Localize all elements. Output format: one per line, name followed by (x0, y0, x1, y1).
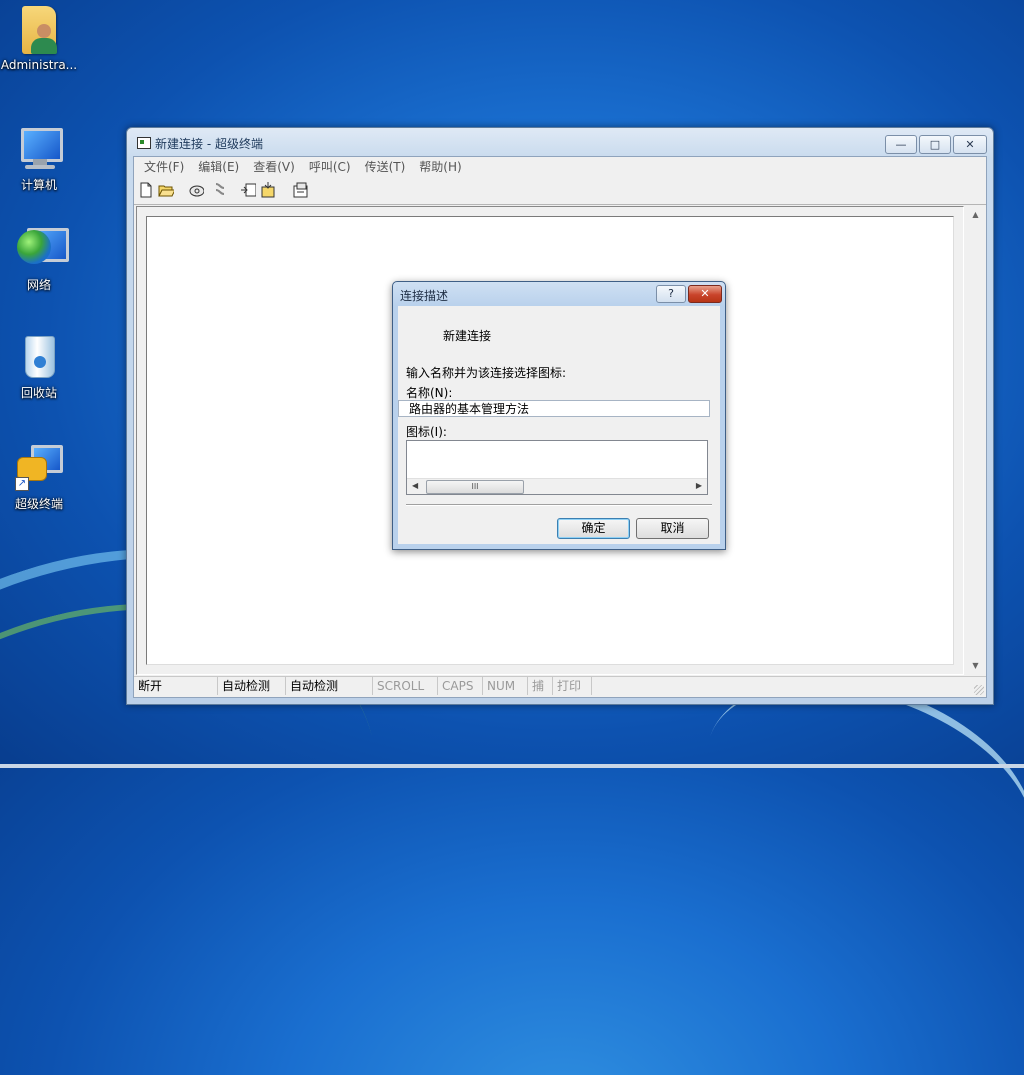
menu-call[interactable]: 呼叫(C) (302, 157, 358, 177)
desktop-icon-administrator[interactable]: Administra... (0, 6, 78, 72)
close-icon: ✕ (965, 138, 975, 151)
scroll-thumb[interactable]: III (426, 480, 524, 494)
menu-view[interactable]: 查看(V) (246, 157, 302, 177)
status-capture: 捕 (528, 677, 553, 695)
send-icon[interactable] (240, 182, 256, 198)
resize-grip[interactable] (974, 685, 984, 695)
receive-icon[interactable] (260, 182, 276, 198)
connection-name-input[interactable] (398, 400, 710, 417)
shortcut-arrow-icon: ↗ (15, 477, 29, 491)
menu-edit[interactable]: 编辑(E) (191, 157, 246, 177)
properties-icon[interactable] (292, 182, 308, 198)
status-caps: CAPS (438, 677, 483, 695)
help-icon: ? (668, 287, 674, 300)
recycle-bin-icon (15, 332, 63, 380)
app-icon (137, 137, 151, 149)
toolbar (134, 178, 986, 205)
status-scroll: SCROLL (373, 677, 438, 695)
desktop-icon-network[interactable]: 网络 (0, 224, 78, 293)
dialog-prompt: 输入名称并为该连接选择图标: (406, 366, 567, 380)
desktop-icon-hyperterminal[interactable]: ↗ 超级终端 (0, 443, 78, 512)
menu-transfer[interactable]: 传送(T) (358, 157, 413, 177)
desktop-icon-label: 网络 (26, 278, 51, 292)
desktop-icon-label: 回收站 (20, 386, 57, 400)
icon-label: 图标(I): (406, 425, 447, 439)
dialog-body: 新建连接 输入名称并为该连接选择图标: 名称(N): 图标(I): ◀ III … (398, 306, 720, 544)
desktop-icon-label: 计算机 (20, 178, 57, 192)
new-icon[interactable] (138, 182, 154, 198)
desktop-icon-computer[interactable]: 计算机 (0, 124, 78, 193)
dialog-separator (406, 504, 712, 506)
icon-list[interactable]: ◀ III ▶ (406, 440, 708, 495)
status-detect: 自动检测 (286, 677, 373, 695)
name-label: 名称(N): (406, 386, 453, 400)
scroll-left-icon[interactable]: ◀ (412, 481, 418, 490)
user-folder-icon (15, 6, 63, 54)
help-button[interactable]: ? (656, 285, 686, 303)
menu-file[interactable]: 文件(F) (137, 157, 191, 177)
vertical-scrollbar[interactable]: ▲ ▼ (967, 206, 984, 675)
disconnect-icon[interactable] (212, 182, 228, 198)
window-title: 新建连接 - 超级终端 (155, 137, 263, 151)
scroll-down-icon[interactable]: ▼ (970, 661, 981, 671)
taskbar-edge (0, 764, 1024, 768)
network-icon (15, 224, 69, 272)
hyperterminal-icon: ↗ (15, 443, 63, 491)
scroll-right-icon[interactable]: ▶ (696, 481, 702, 490)
horizontal-scrollbar[interactable]: ◀ III ▶ (407, 478, 707, 494)
minimize-icon: — (895, 138, 907, 151)
minimize-button[interactable]: — (885, 135, 917, 154)
call-icon[interactable] (188, 182, 204, 198)
window-titlebar[interactable]: 新建连接 - 超级终端 — □ ✕ (127, 128, 993, 158)
status-detect: 自动检测 (218, 677, 286, 695)
dialog-title: 连接描述 (400, 289, 449, 303)
maximize-button[interactable]: □ (919, 135, 951, 154)
status-num: NUM (483, 677, 528, 695)
menu-help[interactable]: 帮助(H) (412, 157, 468, 177)
close-button[interactable]: ✕ (953, 135, 987, 154)
dialog-close-button[interactable]: ✕ (688, 285, 722, 303)
desktop-icon-label: Administra... (0, 58, 78, 72)
menubar: 文件(F) 编辑(E) 查看(V) 呼叫(C) 传送(T) 帮助(H) (134, 157, 986, 177)
close-icon: ✕ (700, 287, 710, 300)
ok-button[interactable]: 确定 (557, 518, 630, 539)
scroll-up-icon[interactable]: ▲ (970, 210, 981, 220)
dialog-heading: 新建连接 (443, 329, 492, 343)
status-connection: 断开 (134, 677, 218, 695)
computer-icon (15, 124, 63, 172)
status-print: 打印 (553, 677, 592, 695)
maximize-icon: □ (929, 138, 941, 151)
desktop-icon-recycle-bin[interactable]: 回收站 (0, 332, 78, 401)
statusbar: 断开 自动检测 自动检测 SCROLL CAPS NUM 捕 打印 (134, 676, 986, 697)
desktop-icon-label: 超级终端 (14, 497, 63, 511)
open-icon[interactable] (158, 182, 174, 198)
cancel-button[interactable]: 取消 (636, 518, 709, 539)
connection-description-dialog: 连接描述 ? ✕ 新建连接 输入名称并为该连接选择图标: 名称(N): 图标(I… (392, 281, 726, 550)
